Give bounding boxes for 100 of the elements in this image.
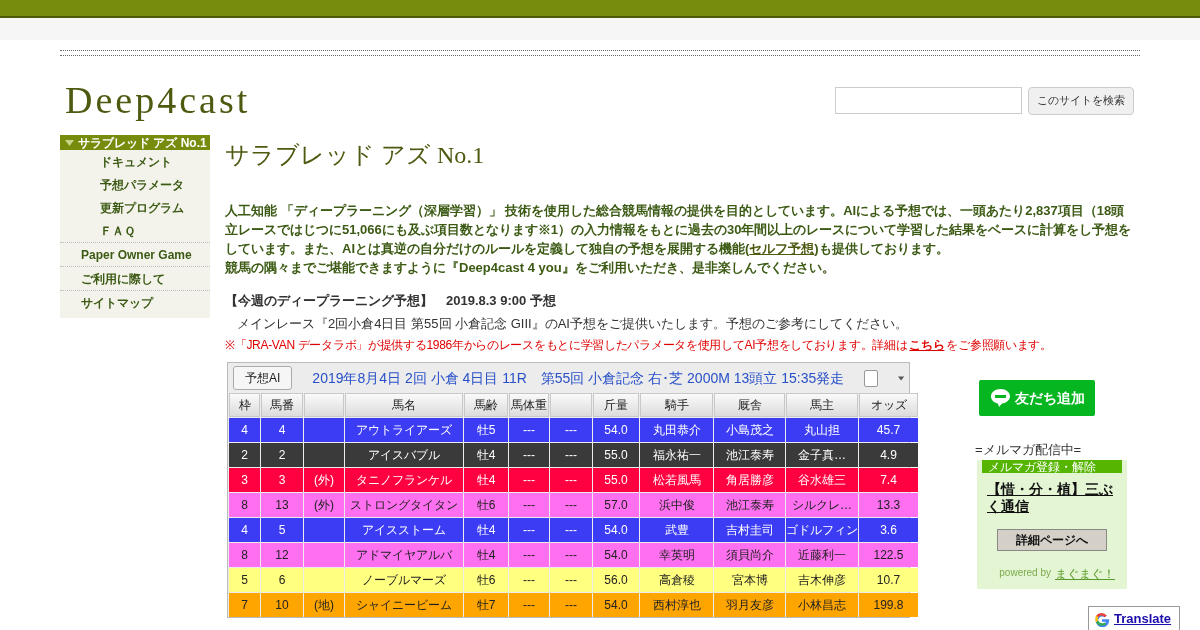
details-button[interactable]: 詳細ページへ: [997, 528, 1107, 551]
link[interactable]: Translate: [1114, 609, 1172, 629]
column-header[interactable]: 厩舎: [714, 393, 785, 417]
table-cell: ---: [550, 593, 592, 617]
mailmag-caption: =メルマガ配信中=: [975, 441, 1083, 459]
column-header[interactable]: 馬主: [786, 393, 858, 417]
table-cell: 57.0: [593, 493, 639, 517]
table-cell: 45.7: [859, 418, 918, 442]
table-cell: ---: [550, 418, 592, 442]
table-cell: 浜中俊: [640, 493, 713, 517]
page-title: サラブレッド アズ No.1: [225, 141, 486, 170]
sidebar-subitem[interactable]: ドキュメント: [60, 150, 210, 173]
table-cell: 56.0: [593, 568, 639, 592]
table-cell: [304, 418, 344, 442]
table-cell: (外): [304, 493, 344, 517]
table-cell: [304, 518, 344, 542]
table-cell: ---: [550, 543, 592, 567]
caret-icon: [65, 139, 74, 146]
table-cell: ---: [509, 418, 549, 442]
table-cell: 池江泰寿: [714, 443, 785, 467]
column-header[interactable]: 枠: [229, 393, 260, 417]
table-cell: ---: [509, 518, 549, 542]
table-cell: 羽月友彦: [714, 593, 785, 617]
table-cell: 松若風馬: [640, 468, 713, 492]
column-header[interactable]: [550, 393, 592, 417]
table-cell: 吉村圭司: [714, 518, 785, 542]
table-cell: 角居勝彦: [714, 468, 785, 492]
site-title[interactable]: Deep4cast: [65, 72, 251, 129]
column-header[interactable]: 斤量: [593, 393, 639, 417]
table-cell: 12: [261, 543, 303, 567]
column-header[interactable]: 馬体重: [509, 393, 549, 417]
translate-widget[interactable]: Translate: [1088, 606, 1180, 630]
table-cell: 54.0: [593, 543, 639, 567]
table-cell: 4.9: [859, 443, 918, 467]
column-header[interactable]: 馬齢: [464, 393, 508, 417]
table-cell: 4: [229, 518, 260, 542]
table-cell: (地): [304, 593, 344, 617]
ai-button[interactable]: 予想AI: [233, 366, 293, 390]
powered-by-text: powered by: [999, 565, 1051, 580]
table-cell: 3.6: [859, 518, 918, 542]
table-cell: 牡4: [464, 443, 508, 467]
table-cell: ストロングタイタン: [345, 493, 463, 517]
table-cell: [304, 543, 344, 567]
sidebar-subitem[interactable]: 更新プログラム: [60, 196, 210, 219]
table-cell: 54.0: [593, 518, 639, 542]
table-cell: 55.0: [593, 443, 639, 467]
search-field[interactable]: [835, 86, 1022, 114]
table-cell: 5: [261, 518, 303, 542]
checkbox[interactable]: [864, 369, 878, 387]
table-cell: 6: [261, 568, 303, 592]
table-cell: 8: [229, 543, 260, 567]
table-cell: ゴドルフィン: [786, 518, 858, 542]
table-cell: [304, 568, 344, 592]
mailmag-title-link[interactable]: 【惜・分・植】三ぶく通信: [987, 480, 1117, 515]
link[interactable]: こちら: [909, 338, 945, 352]
table-cell: 丸田恭介: [640, 418, 713, 442]
column-header[interactable]: オッズ: [859, 393, 918, 417]
table-cell: 10.7: [859, 568, 918, 592]
note-text: ※「JRA-VAN データラボ」が提供する1986年からのレースをもとに学習したパラメータを使用してAI予想をしております。詳細は こちら をご参照願います。: [225, 337, 1053, 354]
search-button[interactable]: このサイトを検索: [1028, 86, 1134, 115]
table-cell: 10: [261, 593, 303, 617]
table-cell: 吉木伸彦: [786, 568, 858, 592]
table-cell: ノーブルマーズ: [345, 568, 463, 592]
sidebar-item[interactable]: ご利用に際して: [60, 266, 210, 290]
column-header[interactable]: 馬番: [261, 393, 303, 417]
table-cell: 西村淳也: [640, 593, 713, 617]
weekly-heading: 【今週のディープラーニング予想】 2019.8.3 9:00 予想: [225, 292, 557, 310]
table-cell: 2: [229, 443, 260, 467]
table-cell: 福永祐一: [640, 443, 713, 467]
link[interactable]: セルフ予想: [749, 241, 815, 256]
sidebar-item[interactable]: サイトマップ: [60, 290, 210, 314]
table-cell: 牡4: [464, 468, 508, 492]
table-cell: 小林昌志: [786, 593, 858, 617]
table-cell: [304, 443, 344, 467]
sidebar-subitem[interactable]: 予想パラメータ: [60, 173, 210, 196]
table-cell: 54.0: [593, 418, 639, 442]
table-cell: 牡5: [464, 418, 508, 442]
table-cell: 牡7: [464, 593, 508, 617]
table-cell: ---: [550, 493, 592, 517]
table-cell: 池江泰寿: [714, 493, 785, 517]
table-cell: シルクレ…: [786, 493, 858, 517]
sidebar-item[interactable]: Paper Owner Game: [60, 242, 210, 266]
table-cell: ---: [509, 568, 549, 592]
column-header[interactable]: 騎手: [640, 393, 713, 417]
table-cell: 13: [261, 493, 303, 517]
chat-bubble-icon: [989, 388, 1011, 408]
table-cell: 須貝尚介: [714, 543, 785, 567]
table-cell: シャイニービーム: [345, 593, 463, 617]
table-cell: 8: [229, 493, 260, 517]
table-cell: アドマイヤアルバ: [345, 543, 463, 567]
table-cell: 近藤利一: [786, 543, 858, 567]
column-header[interactable]: 馬名: [345, 393, 463, 417]
table-cell: 7.4: [859, 468, 918, 492]
dropdown-icon[interactable]: [897, 375, 904, 381]
table-cell: ---: [509, 543, 549, 567]
table-cell: アイスストーム: [345, 518, 463, 542]
table-cell: 金子真…: [786, 443, 858, 467]
column-header[interactable]: [304, 393, 344, 417]
table-cell: 牡4: [464, 518, 508, 542]
sidebar-subitem[interactable]: ＦＡＱ: [60, 219, 210, 242]
